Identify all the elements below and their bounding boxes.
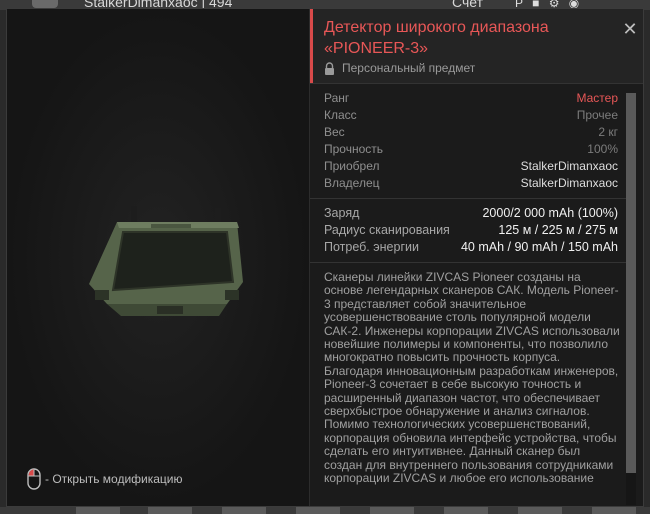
item-info-panel: Детектор широкого диапазона «PIONEER-3» … [309,9,643,506]
stat-row: Радиус сканирования 125 м / 225 м / 275 … [324,222,618,239]
open-modification-hint[interactable]: - Открыть модификацию [27,468,183,490]
hotbar-slot[interactable] [370,507,414,514]
owner-value: StalkerDimanxaoc [520,176,618,190]
item-preview[interactable]: - Открыть модификацию [7,9,309,506]
class-value: Прочее [576,108,618,122]
stat-key: Радиус сканирования [324,223,450,237]
acquired-by-value: StalkerDimanxaoc [520,159,618,173]
rank-value: Мастер [576,91,618,105]
property-row: Вес 2 кг [324,124,618,141]
scrollbar[interactable] [626,93,636,505]
open-modification-label: - Открыть модификацию [45,472,183,486]
item-header: Детектор широкого диапазона «PIONEER-3» … [310,9,643,84]
item-dialog: - Открыть модификацию Детектор широкого … [6,8,644,507]
charge-value: 2000/2 000 mAh (100%) [482,206,618,220]
item-description: Сканеры линейки ZIVCAS Pioneer созданы н… [324,270,620,486]
lock-icon [325,61,334,75]
stat-key: Заряд [324,206,360,220]
hotbar-slot[interactable] [222,507,266,514]
property-row: Владелец StalkerDimanxaoc [324,175,618,192]
property-row: Ранг Мастер [324,90,618,107]
property-row: Прочность 100% [324,141,618,158]
hotbar-slot[interactable] [592,507,636,514]
item-title: Детектор широкого диапазона «PIONEER-3» [324,19,549,57]
energy-consumption-value: 40 mAh / 90 mAh / 150 mAh [460,240,618,254]
property-key: Ранг [324,91,350,105]
stat-key: Потреб. энергии [324,240,419,254]
hotbar-slot[interactable] [76,507,120,514]
hotbar-slot[interactable] [296,507,340,514]
close-icon: ✕ [622,19,638,39]
hotbar-slot[interactable] [444,507,488,514]
stat-row: Заряд 2000/2 000 mAh (100%) [324,205,618,222]
properties-section: Ранг Мастер Класс Прочее Вес 2 кг Прочно… [310,84,630,199]
personal-item-badge: Персональный предмет [324,61,475,75]
durability-value: 100% [587,142,618,156]
item-details-scroll[interactable]: Ранг Мастер Класс Прочее Вес 2 кг Прочно… [310,84,630,506]
hotbar-slot[interactable] [148,507,192,514]
close-button[interactable]: ✕ [622,19,638,39]
scan-radius-value: 125 м / 225 м / 275 м [498,223,618,237]
stats-section: Заряд 2000/2 000 mAh (100%) Радиус скани… [310,199,630,263]
scrollbar-thumb[interactable] [626,93,636,473]
detector-device-icon [89,206,243,316]
property-row: Класс Прочее [324,107,618,124]
player-icon [32,0,58,8]
property-key: Приобрел [324,159,380,173]
property-row: Приобрел StalkerDimanxaoc [324,158,618,175]
mouse-icon [27,468,41,490]
property-key: Прочность [324,142,384,156]
property-key: Владелец [324,176,380,190]
weight-value: 2 кг [598,125,618,139]
header-accent [310,9,313,83]
stat-row: Потреб. энергии 40 mAh / 90 mAh / 150 mA… [324,239,618,256]
hotbar-slot[interactable] [518,507,562,514]
property-key: Вес [324,125,345,139]
personal-item-label: Персональный предмет [342,61,476,75]
property-key: Класс [324,108,357,122]
bottom-hud [0,507,650,514]
